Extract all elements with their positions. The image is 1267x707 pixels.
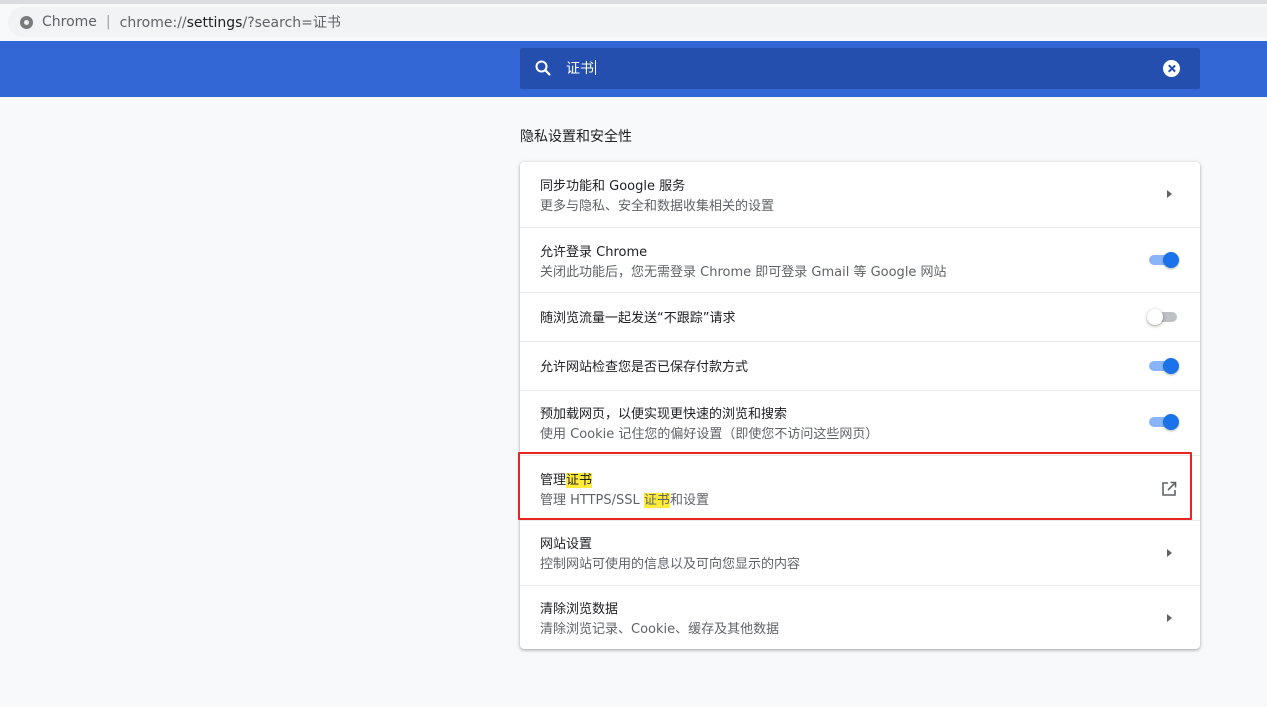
toggle-switch-on[interactable] <box>1149 355 1179 377</box>
setting-sublabel: 使用 Cookie 记住您的偏好设置（即使您不访问这些网页） <box>540 427 879 442</box>
setting-row-payment-methods: 允许网站检查您是否已保存付款方式 <box>520 341 1200 390</box>
url-text[interactable]: chrome://settings/?search=证书 <box>120 12 341 32</box>
setting-row-site-settings[interactable]: 网站设置 控制网站可使用的信息以及可向您显示的内容 <box>520 520 1200 585</box>
section-title: 隐私设置和安全性 <box>520 129 632 145</box>
setting-row-sync[interactable]: 同步功能和 Google 服务 更多与隐私、安全和数据收集相关的设置 <box>520 162 1200 227</box>
open-in-new-icon[interactable] <box>1160 480 1178 498</box>
sublabel-text: 管理 HTTPS/SSL <box>540 493 644 508</box>
sublabel-text: 和设置 <box>669 493 709 508</box>
setting-row-manage-certificates[interactable]: 管理证书 管理 HTTPS/SSL 证书和设置 <box>520 455 1200 520</box>
setting-label: 网站设置 <box>540 537 593 552</box>
browser-top-strip <box>0 0 1267 4</box>
url-rest: /?search=证书 <box>242 15 341 31</box>
search-query: 证书 <box>566 61 594 77</box>
url-scheme: chrome:// <box>119 15 187 31</box>
setting-label: 管理证书 <box>540 469 593 488</box>
toggle-switch-on[interactable] <box>1149 411 1179 433</box>
search-match-highlight: 证书 <box>566 473 593 488</box>
chevron-right-icon <box>1167 549 1172 557</box>
setting-label: 预加载网页，以便实现更快速的浏览和搜索 <box>540 407 788 422</box>
settings-card: 同步功能和 Google 服务 更多与隐私、安全和数据收集相关的设置 允许登录 … <box>520 162 1200 649</box>
toggle-switch-on[interactable] <box>1149 249 1179 271</box>
address-bar[interactable]: Chrome | chrome://settings/?search=证书 <box>8 7 1267 37</box>
chrome-label: Chrome <box>42 14 97 30</box>
search-icon <box>535 60 551 76</box>
setting-row-preload-pages: 预加载网页，以便实现更快速的浏览和搜索 使用 Cookie 记住您的偏好设置（即… <box>520 390 1200 455</box>
setting-label: 清除浏览数据 <box>540 602 619 617</box>
setting-label: 同步功能和 Google 服务 <box>540 179 686 194</box>
url-host: settings <box>186 15 243 31</box>
search-match-highlight: 证书 <box>643 493 670 508</box>
address-separator: | <box>105 14 111 30</box>
chevron-right-icon <box>1167 190 1172 198</box>
toggle-knob <box>1163 252 1179 268</box>
setting-label: 允许登录 Chrome <box>540 245 648 260</box>
setting-sublabel: 更多与隐私、安全和数据收集相关的设置 <box>540 199 775 214</box>
toggle-switch-off[interactable] <box>1147 306 1179 328</box>
setting-label: 随浏览流量一起发送“不跟踪”请求 <box>540 311 736 326</box>
setting-sublabel: 清除浏览记录、Cookie、缓存及其他数据 <box>540 622 780 637</box>
setting-label: 允许网站检查您是否已保存付款方式 <box>540 360 749 375</box>
text-cursor <box>595 60 596 75</box>
toggle-knob <box>1163 414 1179 430</box>
setting-sublabel: 控制网站可使用的信息以及可向您显示的内容 <box>540 557 801 572</box>
setting-row-clear-browsing-data[interactable]: 清除浏览数据 清除浏览记录、Cookie、缓存及其他数据 <box>520 585 1200 649</box>
toggle-knob <box>1147 309 1163 325</box>
chevron-right-icon <box>1167 614 1172 622</box>
setting-row-allow-chrome-signin: 允许登录 Chrome 关闭此功能后，您无需登录 Chrome 即可登录 Gma… <box>520 227 1200 292</box>
search-input[interactable]: 证书 <box>566 58 596 78</box>
setting-sublabel: 管理 HTTPS/SSL 证书和设置 <box>540 489 709 508</box>
clear-search-icon[interactable] <box>1163 60 1180 77</box>
chrome-page-icon <box>20 15 33 29</box>
setting-row-do-not-track: 随浏览流量一起发送“不跟踪”请求 <box>520 292 1200 341</box>
setting-sublabel: 关闭此功能后，您无需登录 Chrome 即可登录 Gmail 等 Google … <box>540 265 947 280</box>
settings-search-bar[interactable]: 证书 <box>520 48 1200 89</box>
toggle-knob <box>1163 358 1179 374</box>
label-text: 管理 <box>540 473 567 488</box>
